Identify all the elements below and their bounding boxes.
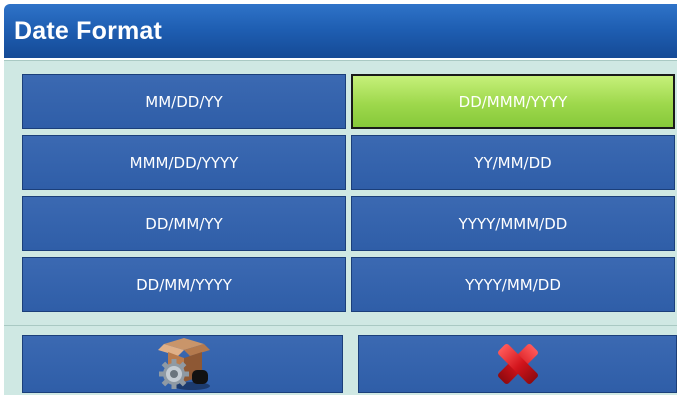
option-dd-mm-yyyy[interactable]: DD/MM/YYYY xyxy=(22,257,346,312)
page-title: Date Format xyxy=(14,17,163,45)
option-yyyy-mm-dd[interactable]: YYYY/MM/DD xyxy=(351,257,675,312)
cancel-softkey[interactable] xyxy=(358,335,677,393)
option-dd-mmm-yyyy[interactable]: DD/MMM/YYYY xyxy=(351,74,675,129)
option-dd-mm-yy[interactable]: DD/MM/YY xyxy=(22,196,346,251)
option-label: DD/MM/YYYY xyxy=(136,275,232,294)
option-label: MM/DD/YY xyxy=(145,92,223,111)
option-yyyy-mmm-dd[interactable]: YYYY/MMM/DD xyxy=(351,196,675,251)
option-mmm-dd-yyyy[interactable]: MMM/DD/YYYY xyxy=(22,135,346,190)
option-label: YYYY/MMM/DD xyxy=(458,214,568,233)
date-format-screen: Date Format MM/DD/YY DD/MMM/YYYY MMM/DD/… xyxy=(0,0,677,395)
option-label: DD/MM/YY xyxy=(145,214,223,233)
settings-box-icon xyxy=(150,336,216,392)
settings-softkey[interactable] xyxy=(22,335,343,393)
option-label: MMM/DD/YYYY xyxy=(129,153,239,172)
cancel-x-icon xyxy=(494,341,542,387)
option-label: DD/MMM/YYYY xyxy=(458,92,568,111)
option-label: YY/MM/DD xyxy=(474,153,552,172)
option-mm-dd-yy[interactable]: MM/DD/YY xyxy=(22,74,346,129)
option-yy-mm-dd[interactable]: YY/MM/DD xyxy=(351,135,675,190)
title-bar: Date Format xyxy=(4,4,677,58)
option-label: YYYY/MM/DD xyxy=(465,275,561,294)
